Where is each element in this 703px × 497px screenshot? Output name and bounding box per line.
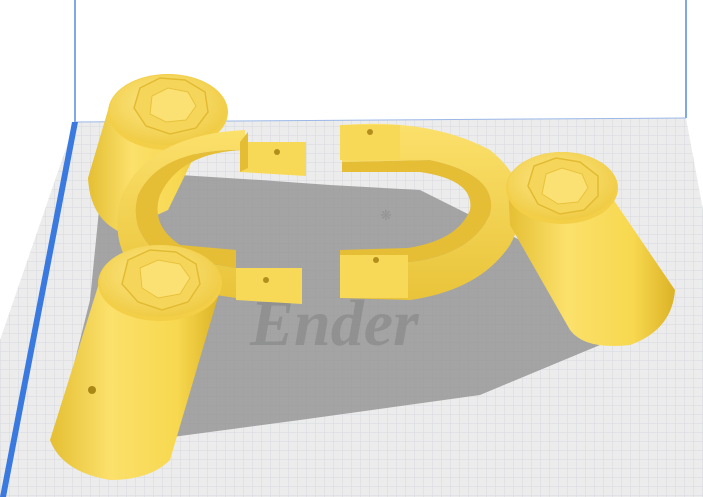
svg-text:❋: ❋ xyxy=(380,207,392,223)
viewport-3d[interactable]: Ender ❋ xyxy=(0,0,703,497)
scene-canvas[interactable]: Ender ❋ xyxy=(0,0,703,497)
